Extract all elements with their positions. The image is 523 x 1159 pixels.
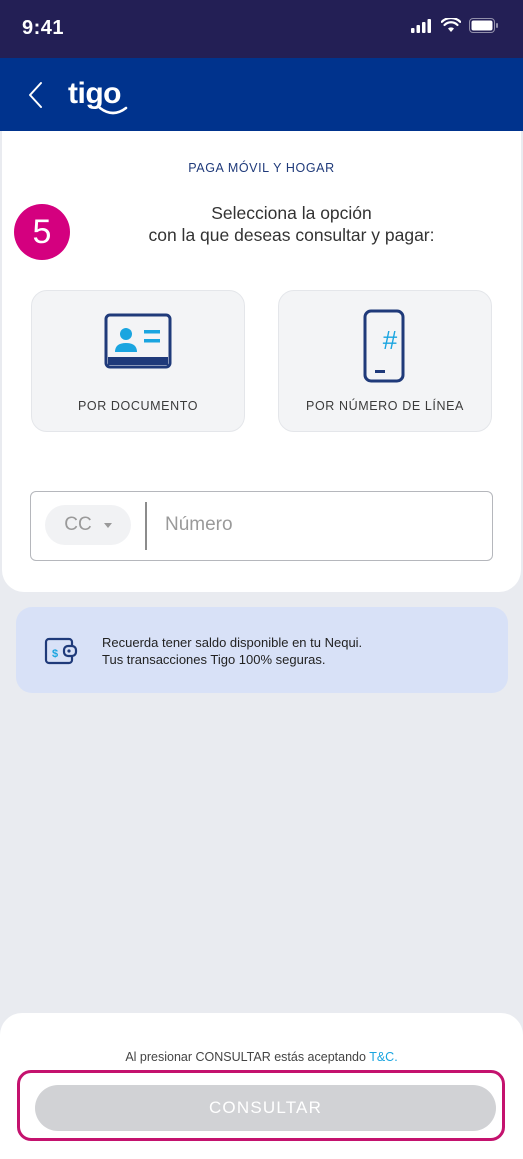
option-by-document[interactable]: POR DOCUMENTO xyxy=(31,290,245,432)
section-title: PAGA MÓVIL Y HOGAR xyxy=(188,161,335,175)
info-line1: Recuerda tener saldo disponible en tu Ne… xyxy=(102,635,363,650)
doc-type-value: CC xyxy=(64,514,92,535)
battery-icon xyxy=(469,18,498,33)
terms-link[interactable]: T&C. xyxy=(369,1050,397,1064)
input-divider xyxy=(145,502,147,550)
back-chevron-icon[interactable] xyxy=(24,80,48,110)
doc-type-select[interactable]: CC xyxy=(45,505,131,545)
status-bar: 9:41 xyxy=(0,0,523,58)
wallet-icon: $ xyxy=(44,637,78,665)
tigo-logo: tigo xyxy=(68,76,128,115)
instruction-line1: Selecciona la opción xyxy=(211,203,372,223)
wifi-icon xyxy=(441,18,461,32)
number-input[interactable] xyxy=(157,504,493,546)
app-header: tigo xyxy=(0,58,523,131)
info-text: Recuerda tener saldo disponible en tu Ne… xyxy=(102,634,362,668)
document-input-group: CC xyxy=(30,491,493,561)
logo-text: tigo xyxy=(68,77,121,110)
terms-prefix: Al presionar CONSULTAR estás aceptando xyxy=(125,1050,370,1064)
option-label-line: POR NÚMERO DE LÍNEA xyxy=(306,399,464,413)
terms-text: Al presionar CONSULTAR estás aceptando T… xyxy=(0,1050,523,1064)
info-line2: Tus transacciones Tigo 100% seguras. xyxy=(102,652,326,667)
logo-smile-icon xyxy=(98,106,128,115)
caret-down-icon xyxy=(103,522,112,528)
instruction-text: Selecciona la opción con la que deseas c… xyxy=(62,202,521,246)
option-label-document: POR DOCUMENTO xyxy=(77,399,199,413)
info-banner: $ Recuerda tener saldo disponible en tu … xyxy=(16,607,508,693)
id-card-icon xyxy=(104,313,172,369)
svg-text:#: # xyxy=(383,325,398,355)
phone-hash-icon: # xyxy=(363,309,405,383)
svg-text:$: $ xyxy=(52,648,58,660)
status-time: 9:41 xyxy=(22,17,65,39)
payment-options-card: PAGA MÓVIL Y HOGAR 5 Selecciona la opció… xyxy=(2,131,521,592)
status-icons xyxy=(411,18,499,33)
instruction-line2: con la que deseas consultar y pagar: xyxy=(148,225,435,245)
option-by-line-number[interactable]: # POR NÚMERO DE LÍNEA xyxy=(278,290,492,432)
consultar-button[interactable]: CONSULTAR xyxy=(35,1085,496,1131)
signal-icon xyxy=(411,18,431,33)
